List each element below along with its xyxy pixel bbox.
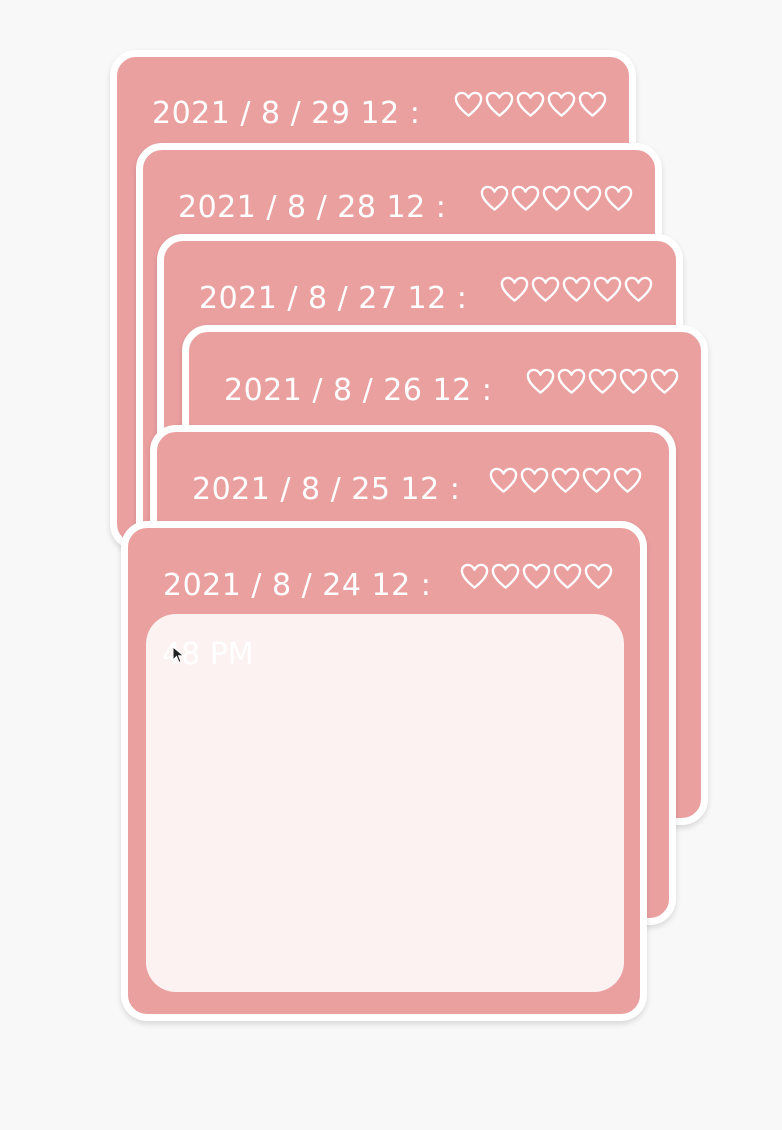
heart-icon[interactable]: [519, 466, 550, 494]
heart-icon[interactable]: [583, 562, 614, 590]
rating-hearts: [453, 90, 608, 118]
card-date: 2021 / 8 / 24 12 :: [163, 568, 432, 603]
heart-icon[interactable]: [550, 466, 581, 494]
heart-icon[interactable]: [649, 367, 680, 395]
heart-icon[interactable]: [552, 562, 583, 590]
heart-icon[interactable]: [561, 275, 592, 303]
heart-icon[interactable]: [525, 367, 556, 395]
rating-hearts: [479, 184, 634, 212]
heart-icon[interactable]: [556, 367, 587, 395]
diary-card-2021-8-24[interactable]: 2021 / 8 / 24 12 : 48 PM: [121, 521, 647, 1021]
heart-icon[interactable]: [530, 275, 561, 303]
card-date: 2021 / 8 / 29 12 :: [152, 96, 421, 131]
heart-icon[interactable]: [515, 90, 546, 118]
heart-icon[interactable]: [521, 562, 552, 590]
heart-icon[interactable]: [618, 367, 649, 395]
mouse-cursor-icon: [172, 646, 185, 664]
rating-hearts: [488, 466, 643, 494]
card-date: 2021 / 8 / 27 12 :: [199, 281, 468, 316]
heart-icon[interactable]: [603, 184, 634, 212]
heart-icon[interactable]: [484, 90, 515, 118]
heart-icon[interactable]: [572, 184, 603, 212]
heart-icon[interactable]: [592, 275, 623, 303]
heart-icon[interactable]: [587, 367, 618, 395]
heart-icon[interactable]: [510, 184, 541, 212]
heart-icon[interactable]: [612, 466, 643, 494]
card-date: 2021 / 8 / 25 12 :: [192, 472, 461, 507]
heart-icon[interactable]: [623, 275, 654, 303]
heart-icon[interactable]: [541, 184, 572, 212]
card-date: 2021 / 8 / 26 12 :: [224, 373, 493, 408]
heart-icon[interactable]: [577, 90, 608, 118]
rating-hearts: [499, 275, 654, 303]
heart-icon[interactable]: [581, 466, 612, 494]
heart-icon[interactable]: [499, 275, 530, 303]
heart-icon[interactable]: [453, 90, 484, 118]
heart-icon[interactable]: [490, 562, 521, 590]
heart-icon[interactable]: [479, 184, 510, 212]
heart-icon[interactable]: [488, 466, 519, 494]
heart-icon[interactable]: [459, 562, 490, 590]
card-date: 2021 / 8 / 28 12 :: [178, 190, 447, 225]
rating-hearts: [459, 562, 614, 590]
rating-hearts: [525, 367, 680, 395]
heart-icon[interactable]: [546, 90, 577, 118]
diary-note-area[interactable]: 48 PM: [146, 614, 624, 992]
